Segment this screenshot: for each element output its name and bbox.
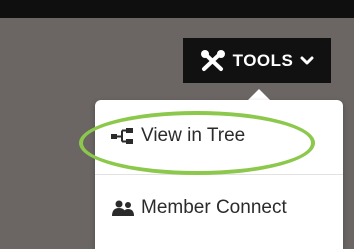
- tree-icon: [111, 128, 141, 144]
- members-icon: [111, 200, 141, 216]
- menu-divider: [95, 174, 343, 175]
- tools-dropdown-menu: View in Tree Member Connect: [95, 100, 343, 249]
- tools-label: TOOLS: [232, 50, 294, 70]
- tools-menu-button[interactable]: TOOLS: [183, 38, 331, 83]
- menu-item-label: View in Tree: [141, 125, 246, 146]
- menu-item-member-connect[interactable]: Member Connect: [95, 190, 343, 226]
- menu-item-label: Member Connect: [141, 197, 287, 218]
- wrench-screwdriver-icon: [200, 49, 226, 72]
- menu-item-view-in-tree[interactable]: View in Tree: [95, 118, 343, 154]
- top-bar: [0, 0, 354, 18]
- dropdown-caret: [248, 89, 270, 100]
- chevron-down-icon: [300, 56, 314, 66]
